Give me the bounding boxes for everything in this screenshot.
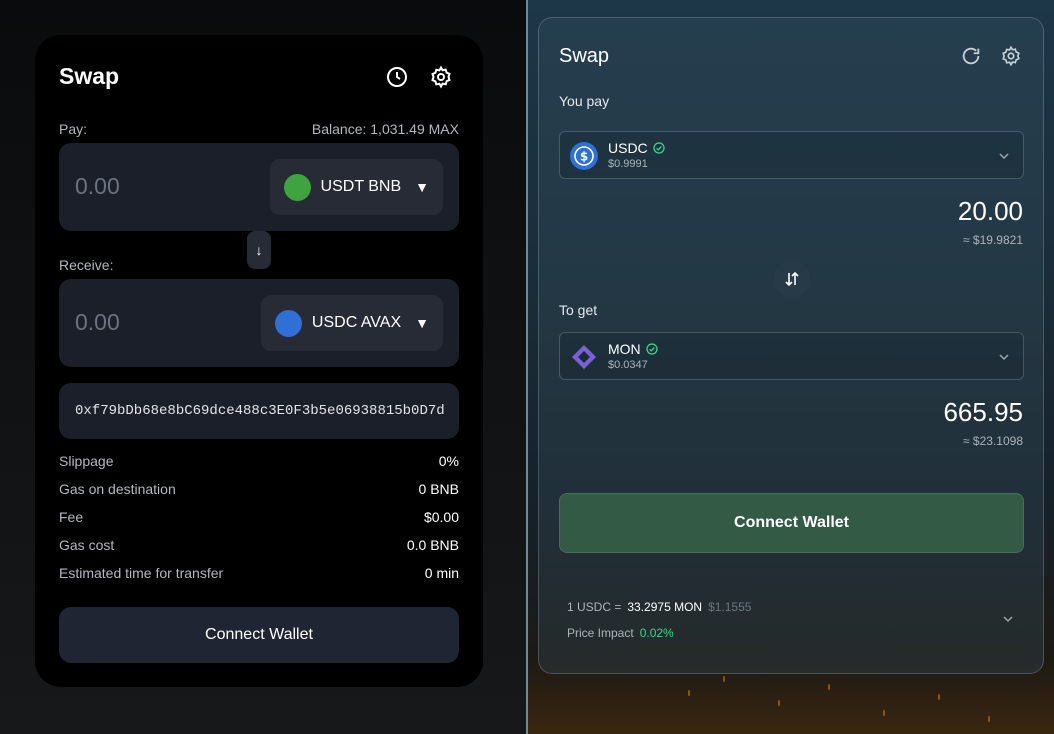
chevron-down-icon[interactable]: [1001, 612, 1015, 626]
left-pane: Swap Pay: Balance: 1,031.49 MAX 0.00 USD…: [0, 0, 526, 734]
recipient-address-input[interactable]: 0xf79bDb68e8bC69dce488c3E0F3b5e06938815b…: [59, 383, 459, 439]
gear-icon[interactable]: [429, 65, 453, 89]
refresh-icon[interactable]: [960, 45, 982, 67]
mon-icon: [570, 343, 598, 371]
chevron-down-icon: [999, 354, 1009, 361]
pay-amount-input[interactable]: 20.00: [958, 196, 1023, 227]
swap-direction-button[interactable]: [774, 261, 810, 297]
page-title: Swap: [59, 63, 120, 89]
you-pay-label: You pay: [559, 93, 610, 109]
receive-label: Receive:: [59, 257, 114, 273]
caret-down-icon: ▼: [415, 179, 429, 195]
verified-check-icon: [653, 142, 665, 154]
swap-direction-button[interactable]: ↓: [247, 231, 271, 269]
page-title: Swap: [559, 45, 610, 67]
to-get-label: To get: [559, 302, 598, 318]
pay-label: Pay:: [59, 121, 88, 137]
swap-card-right: Swap You pay $ USDC $0.9991 20.00 ≈ $19.…: [538, 17, 1044, 674]
detail-row-gas-destination: Gas on destination 0 BNB: [59, 481, 459, 497]
get-token-symbol: MON: [608, 341, 641, 357]
pay-token-label: USDT BNB: [320, 178, 402, 195]
price-impact: Price Impact 0.02%: [567, 626, 674, 640]
swap-arrows-icon: [785, 271, 799, 287]
detail-row-fee: Fee $0.00: [59, 509, 459, 525]
balance-text[interactable]: Balance: 1,031.49 MAX: [312, 121, 459, 137]
get-token-price: $0.0347: [608, 359, 648, 371]
connect-wallet-button[interactable]: Connect Wallet: [559, 493, 1024, 553]
receive-token-label: USDC AVAX: [311, 314, 402, 331]
get-amount-value: 665.95: [943, 397, 1023, 427]
pay-usd-value: ≈ $19.9821: [963, 233, 1023, 247]
clock-icon[interactable]: [385, 65, 409, 89]
connect-wallet-button[interactable]: Connect Wallet: [59, 607, 459, 663]
pay-box: 0.00 USDT BNB ▼: [59, 143, 459, 231]
chevron-down-icon: [999, 153, 1009, 160]
pay-amount-input[interactable]: 0.00: [75, 173, 120, 200]
pay-token-select[interactable]: USDT BNB ▼: [269, 159, 443, 215]
get-token-select[interactable]: MON $0.0347: [559, 332, 1024, 380]
usdt-token-icon: [283, 173, 311, 201]
swap-card-left: Swap Pay: Balance: 1,031.49 MAX 0.00 USD…: [35, 35, 483, 687]
usdc-icon: $: [570, 142, 598, 170]
detail-row-slippage: Slippage 0%: [59, 453, 459, 469]
svg-text:$: $: [580, 150, 588, 164]
get-usd-value: ≈ $23.1098: [963, 434, 1023, 448]
caret-down-icon: ▼: [415, 315, 429, 331]
detail-row-gas-cost: Gas cost 0.0 BNB: [59, 537, 459, 553]
pay-token-price: $0.9991: [608, 158, 648, 170]
receive-amount-input[interactable]: 0.00: [75, 309, 120, 336]
gear-icon[interactable]: [1000, 45, 1022, 67]
exchange-rate: 1 USDC = 33.2975 MON $1.1555: [567, 600, 752, 614]
pay-token-select[interactable]: $ USDC $0.9991: [559, 131, 1024, 179]
receive-box: 0.00 USDC AVAX ▼: [59, 279, 459, 367]
verified-check-icon: [646, 343, 658, 355]
detail-row-estimated-time: Estimated time for transfer 0 min: [59, 565, 459, 581]
pay-token-symbol: USDC: [608, 140, 648, 156]
usdc-token-icon: [274, 309, 302, 337]
right-pane: Swap You pay $ USDC $0.9991 20.00 ≈ $19.…: [528, 0, 1054, 734]
receive-token-select[interactable]: USDC AVAX ▼: [260, 295, 443, 351]
